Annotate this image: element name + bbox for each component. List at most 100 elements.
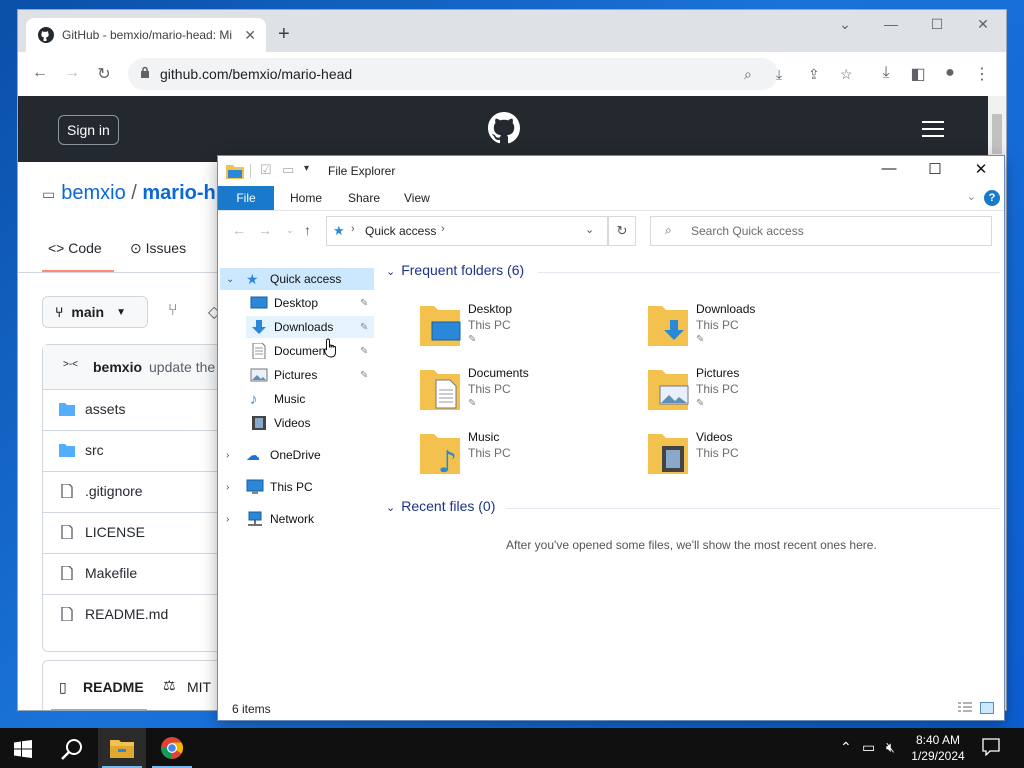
chevron-right-icon[interactable]: › <box>226 450 238 461</box>
refresh-button[interactable]: ↻ <box>608 216 636 246</box>
minimize-icon[interactable]: — <box>866 160 912 177</box>
folder-tile-videos[interactable]: Videos This PC <box>648 430 868 488</box>
pin-icon[interactable]: ✎ <box>468 334 476 345</box>
nav-item-documents[interactable]: Documen ✎ <box>250 340 374 362</box>
folder-tile-downloads[interactable]: Downloads This PC ✎ <box>648 302 868 360</box>
ribbon-tab-file[interactable]: File <box>218 186 274 210</box>
recent-locations-icon[interactable]: ⌄ <box>286 225 294 236</box>
chevron-down-icon[interactable]: ⌄ <box>386 502 395 514</box>
branch-select-button[interactable]: ⑂ main ▼ <box>42 296 148 328</box>
notification-center-icon[interactable] <box>982 738 1000 756</box>
nav-item-this-pc[interactable]: › This PC <box>220 476 374 498</box>
readme-tab[interactable]: README <box>83 679 144 695</box>
volume-muted-icon[interactable]: 🔇︎ <box>886 739 895 756</box>
expand-ribbon-icon[interactable]: ⌄ <box>967 190 976 203</box>
folder-tile-pictures[interactable]: Pictures This PC ✎ <box>648 366 868 424</box>
branches-icon[interactable]: ⑂ <box>168 302 178 320</box>
forward-icon[interactable]: → <box>62 64 82 82</box>
file-name[interactable]: Makefile <box>85 565 137 581</box>
browser-tab[interactable]: GitHub - bemxio/mario-head: Mi ✕ <box>26 18 266 52</box>
network-tray-icon[interactable]: ▭ <box>862 739 875 756</box>
show-hidden-icons-icon[interactable]: ⌃ <box>840 739 852 756</box>
file-row[interactable]: .gitignore <box>43 471 223 513</box>
repo-owner-link[interactable]: bemxio <box>61 182 125 204</box>
tab-issues[interactable]: ⊙ Issues <box>130 240 186 257</box>
install-icon[interactable]: ⤓ <box>776 66 782 83</box>
chevron-right-icon[interactable]: › <box>226 514 238 525</box>
file-row[interactable]: LICENSE <box>43 512 223 554</box>
address-bar[interactable]: ★ › Quick access › ⌄ <box>326 216 608 246</box>
folder-tile-music[interactable]: ♪ Music This PC <box>420 430 640 488</box>
bookmark-star-icon[interactable]: ☆ <box>840 66 853 83</box>
nav-item-quick-access[interactable]: ⌄ ★ Quick access <box>220 268 374 290</box>
menu-kebab-icon[interactable]: ⋮ <box>972 64 992 84</box>
customize-toolbar-icon[interactable]: ▾ <box>304 163 309 174</box>
search-icon[interactable] <box>60 738 84 762</box>
chevron-down-icon[interactable]: ⌄ <box>386 266 395 278</box>
repo-name-link[interactable]: mario-h <box>142 182 215 204</box>
share-icon[interactable]: ⇪ <box>808 66 820 83</box>
folder-tile-desktop[interactable]: Desktop This PC ✎ <box>420 302 640 360</box>
nav-item-desktop[interactable]: Desktop ✎ <box>250 292 374 314</box>
nav-item-pictures[interactable]: Pictures ✎ <box>250 364 374 386</box>
file-row[interactable]: assets <box>43 389 223 431</box>
new-folder-icon[interactable]: ▭ <box>282 162 294 178</box>
file-name[interactable]: src <box>85 442 104 458</box>
forward-icon[interactable]: → <box>258 222 272 238</box>
pin-icon[interactable]: ✎ <box>360 346 368 357</box>
nav-item-network[interactable]: › Network <box>220 508 374 530</box>
file-name[interactable]: README.md <box>85 606 168 622</box>
breadcrumb[interactable]: Quick access <box>365 224 436 238</box>
ribbon-tab-home[interactable]: Home <box>290 191 322 205</box>
large-icons-view-icon[interactable] <box>980 702 994 714</box>
breadcrumb-chevron-icon[interactable]: › <box>351 223 355 235</box>
maximize-icon[interactable]: ☐ <box>912 160 958 178</box>
taskbar-clock[interactable]: 8:40 AM 1/29/2024 <box>908 732 968 764</box>
pin-icon[interactable]: ✎ <box>468 398 476 409</box>
file-name[interactable]: .gitignore <box>85 483 143 499</box>
close-tab-icon[interactable]: ✕ <box>244 27 256 44</box>
side-panel-icon[interactable]: ◧ <box>908 64 928 84</box>
recent-files-header[interactable]: ⌄ Recent files (0) <box>386 498 495 514</box>
folder-tile-documents[interactable]: Documents This PC ✎ <box>420 366 640 424</box>
file-row[interactable]: Makefile <box>43 553 223 595</box>
tab-search-icon[interactable]: ⌄ <box>830 16 860 33</box>
new-tab-button[interactable]: + <box>278 24 290 44</box>
maximize-icon[interactable]: ☐ <box>922 16 952 33</box>
downloads-icon[interactable]: ⤓ <box>876 64 896 82</box>
properties-icon[interactable]: ☑ <box>260 162 272 178</box>
nav-item-videos[interactable]: Videos <box>250 412 374 434</box>
license-tab[interactable]: MIT <box>187 679 211 695</box>
help-icon[interactable]: ? <box>984 190 1000 206</box>
file-name[interactable]: LICENSE <box>85 524 145 540</box>
minimize-icon[interactable]: — <box>876 16 906 32</box>
pin-icon[interactable]: ✎ <box>360 298 368 309</box>
search-icon[interactable]: ⌕ <box>744 66 752 83</box>
pin-icon[interactable]: ✎ <box>696 334 704 345</box>
pin-icon[interactable]: ✎ <box>696 398 704 409</box>
ribbon-tab-share[interactable]: Share <box>348 191 380 205</box>
address-bar[interactable]: github.com/bemxio/mario-head ⌕ ⤓ ⇪ ☆ <box>128 58 853 90</box>
explorer-title-bar[interactable]: ☑ ▭ ▾ File Explorer — ☐ ✕ <box>218 156 1004 186</box>
menu-hamburger-icon[interactable] <box>922 121 944 142</box>
sign-in-button[interactable]: Sign in <box>58 115 119 145</box>
search-input[interactable]: ⌕ Search Quick access <box>650 216 992 246</box>
file-row[interactable]: README.md <box>43 594 223 635</box>
back-icon[interactable]: ← <box>30 64 50 82</box>
close-window-icon[interactable]: ✕ <box>968 16 998 33</box>
chevron-down-icon[interactable]: ⌄ <box>585 223 594 236</box>
commit-author[interactable]: bemxio <box>93 359 142 375</box>
profile-avatar-icon[interactable]: ● <box>940 64 960 82</box>
frequent-folders-header[interactable]: ⌄ Frequent folders (6) <box>386 262 524 278</box>
ribbon-tab-view[interactable]: View <box>404 191 430 205</box>
chevron-right-icon[interactable]: › <box>226 482 238 493</box>
breadcrumb-chevron-icon[interactable]: › <box>441 223 445 235</box>
commit-message[interactable]: update the <box>149 359 215 375</box>
file-name[interactable]: assets <box>85 401 125 417</box>
tab-code[interactable]: <> Code <box>48 240 102 256</box>
taskbar-chrome-button[interactable] <box>148 728 196 768</box>
pin-icon[interactable]: ✎ <box>360 370 368 381</box>
file-row[interactable]: src <box>43 430 223 472</box>
reload-icon[interactable]: ↻ <box>94 64 114 84</box>
chevron-down-icon[interactable]: ⌄ <box>226 274 238 285</box>
